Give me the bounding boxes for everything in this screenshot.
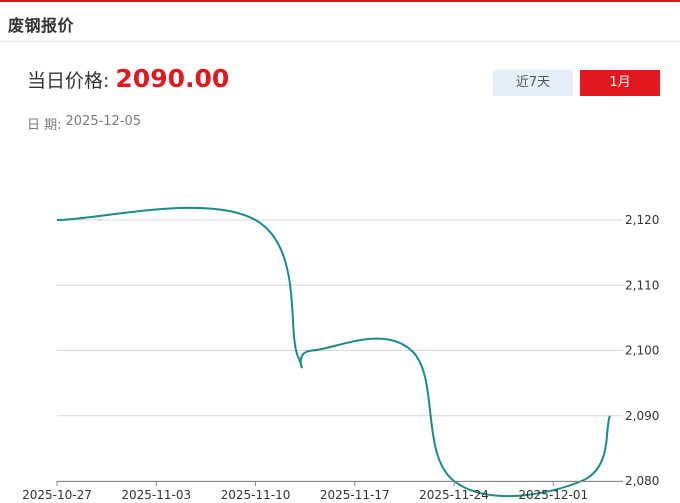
- price-line-chart: 2,080 2,090 2,100 2,110 2,120 2025-10-27 2025-…: [22, 206, 659, 502]
- x-tick-label: 2025-11-17: [320, 488, 390, 502]
- x-tick-label: 2025-11-03: [121, 488, 191, 502]
- x-tick-label: 2025-10-27: [22, 488, 92, 502]
- y-tick-label: 2,110: [625, 278, 659, 292]
- y-tick-label: 2,100: [625, 344, 659, 358]
- y-tick-label: 2,090: [625, 409, 659, 423]
- x-tick-label: 2025-12-01: [518, 488, 588, 502]
- y-tick-label: 2,080: [625, 474, 659, 488]
- x-tick-label: 2025-11-10: [221, 488, 291, 502]
- y-tick-label: 2,120: [625, 213, 659, 227]
- price-series-line: [56, 206, 611, 498]
- x-tick-label: 2025-11-24: [419, 488, 489, 502]
